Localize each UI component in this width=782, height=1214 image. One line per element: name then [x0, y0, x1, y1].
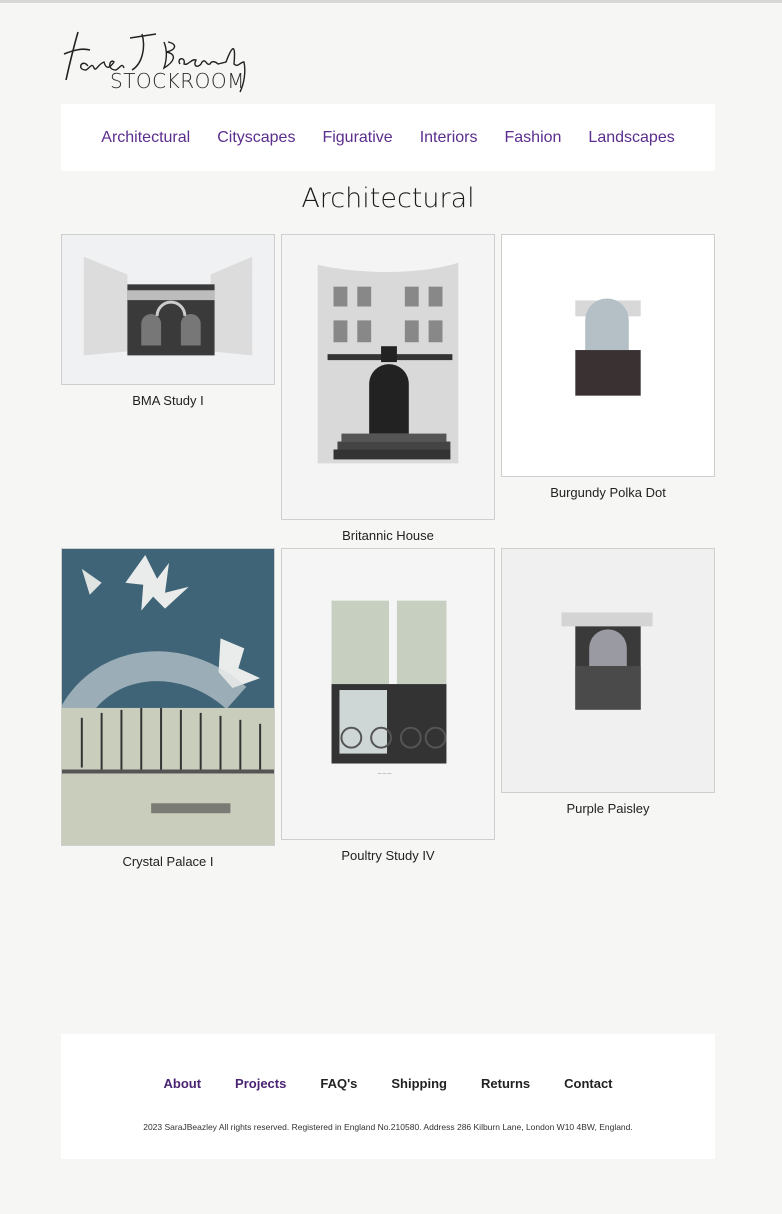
artwork-title: Poultry Study IV	[341, 848, 435, 863]
svg-text:~~~: ~~~	[377, 770, 392, 777]
artwork-image[interactable]	[501, 234, 715, 477]
gallery-item-poultry-study[interactable]: ~~~ Poultry Study IV	[281, 548, 495, 863]
footer-link-contact[interactable]: Contact	[564, 1076, 612, 1091]
artwork-image[interactable]	[281, 234, 495, 520]
footer-link-faqs[interactable]: FAQ's	[320, 1076, 357, 1091]
nav-interiors[interactable]: Interiors	[420, 129, 478, 147]
nav-architectural[interactable]: Architectural	[101, 129, 190, 147]
nav-cityscapes[interactable]: Cityscapes	[217, 129, 295, 147]
artwork-image[interactable]	[501, 548, 715, 793]
gallery-item-britannic-house[interactable]: Britannic House	[281, 234, 495, 543]
copyright-text: 2023 SaraJBeazley All rights reserved. R…	[143, 1122, 633, 1132]
artwork-image[interactable]: ~~~	[281, 548, 495, 840]
artwork-image[interactable]	[61, 234, 275, 385]
footer-link-projects[interactable]: Projects	[235, 1076, 286, 1091]
footer-link-returns[interactable]: Returns	[481, 1076, 530, 1091]
top-rule	[0, 0, 782, 3]
artwork-title: Burgundy Polka Dot	[550, 485, 666, 500]
category-nav: Architectural Cityscapes Figurative Inte…	[61, 104, 715, 171]
artwork-image[interactable]	[61, 548, 275, 846]
gallery-item-purple-paisley[interactable]: Purple Paisley	[501, 548, 715, 816]
site-footer: About Projects FAQ's Shipping Returns Co…	[61, 1034, 715, 1159]
gallery-item-burgundy-polka-dot[interactable]: Burgundy Polka Dot	[501, 234, 715, 500]
artwork-title: BMA Study I	[132, 393, 204, 408]
logo-wordmark: STOCKROOM	[110, 69, 245, 93]
gallery-item-crystal-palace[interactable]: Crystal Palace I	[61, 548, 275, 869]
footer-link-shipping[interactable]: Shipping	[391, 1076, 447, 1091]
artwork-title: Britannic House	[342, 528, 434, 543]
artwork-title: Crystal Palace I	[122, 854, 214, 869]
nav-figurative[interactable]: Figurative	[322, 129, 392, 147]
page-title: Architectural	[301, 183, 475, 214]
nav-landscapes[interactable]: Landscapes	[588, 129, 674, 147]
artwork-title: Purple Paisley	[566, 801, 650, 816]
site-logo[interactable]: STOCKROOM	[60, 28, 250, 96]
footer-nav: About Projects FAQ's Shipping Returns Co…	[61, 1076, 715, 1091]
nav-fashion[interactable]: Fashion	[505, 129, 562, 147]
footer-link-about[interactable]: About	[163, 1076, 201, 1091]
gallery-item-bma-study[interactable]: BMA Study I	[61, 234, 275, 408]
